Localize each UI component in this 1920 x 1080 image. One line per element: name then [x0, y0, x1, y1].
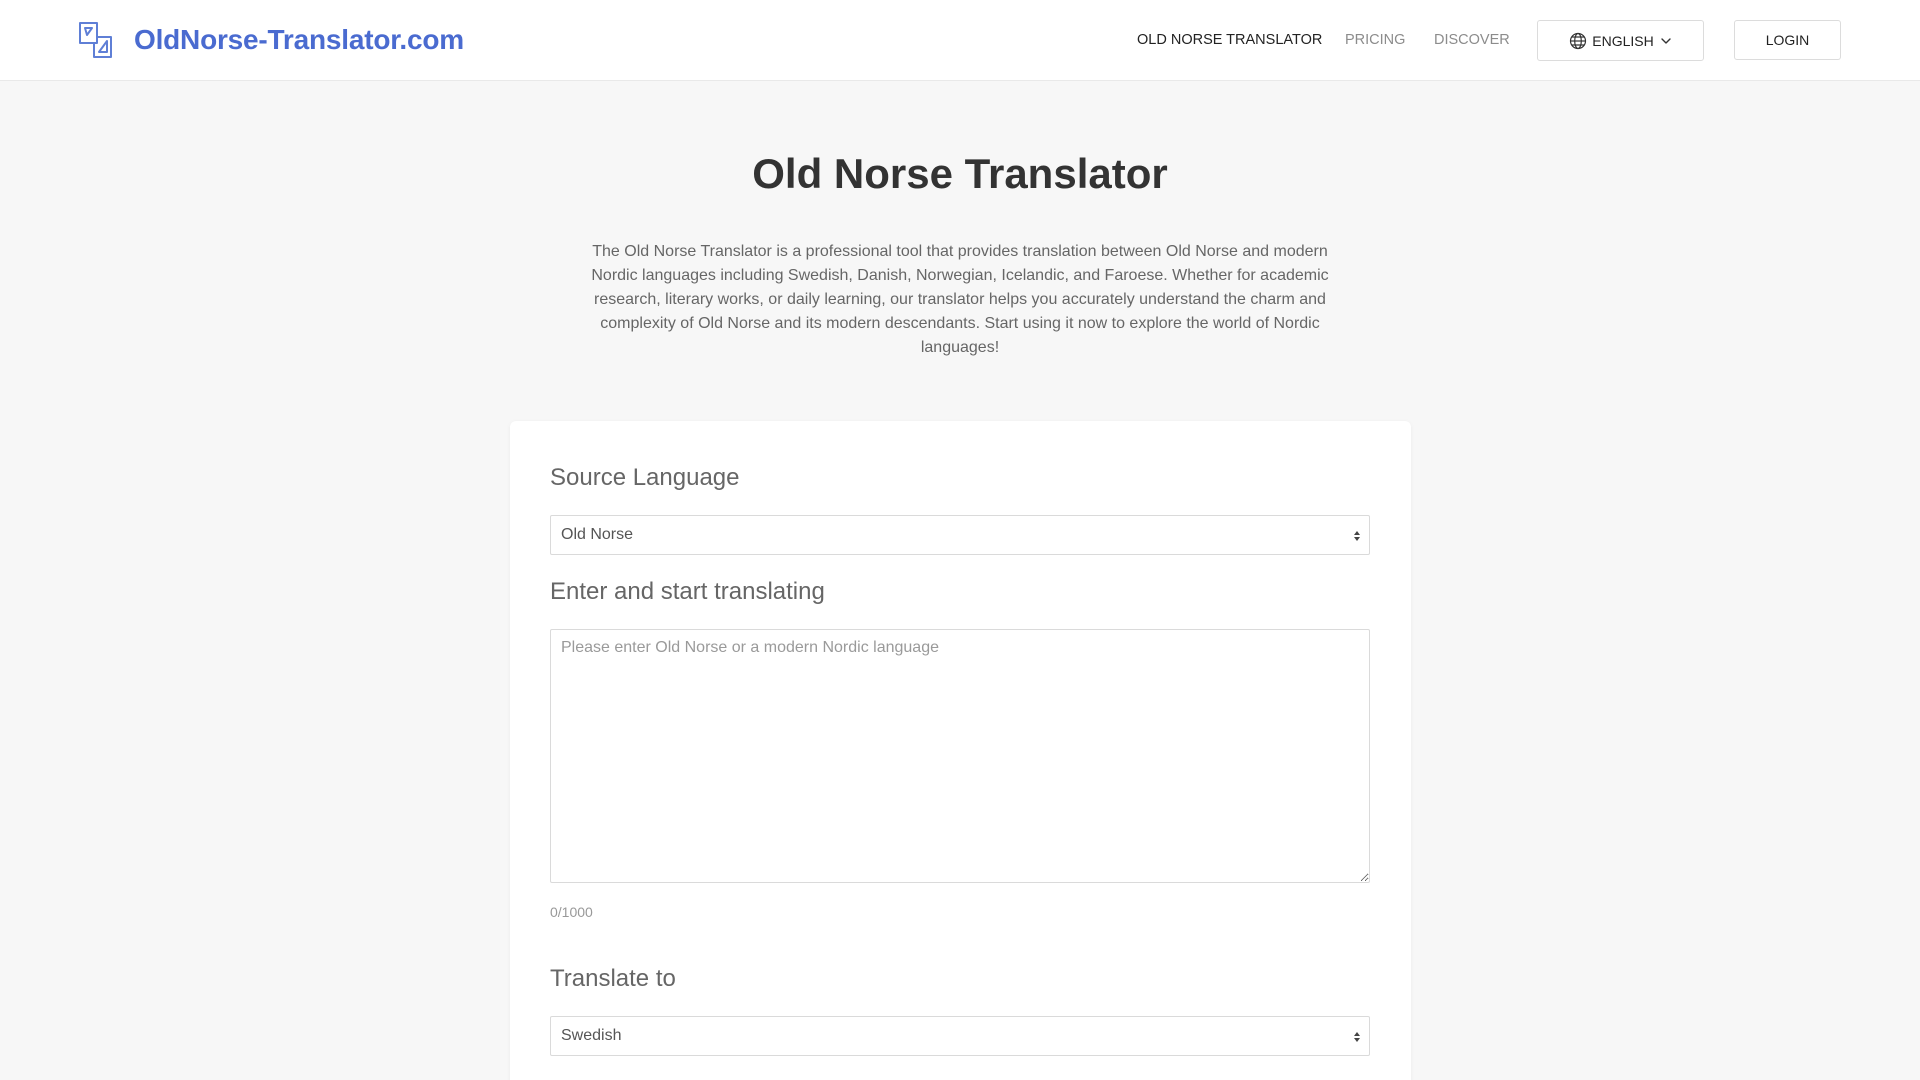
site-header: OldNorse-Translator.com OLD NORSE TRANSL… — [0, 0, 1920, 81]
login-button[interactable]: LOGIN — [1734, 20, 1841, 60]
target-language-value: Swedish — [561, 1027, 622, 1044]
nav-old-norse-translator[interactable]: OLD NORSE TRANSLATOR — [1137, 32, 1322, 48]
source-language-select[interactable]: Old Norse — [550, 515, 1370, 555]
input-label: Enter and start translating — [550, 578, 825, 605]
intro-text: The Old Norse Translator is a profession… — [591, 243, 1329, 356]
nav-discover[interactable]: DISCOVER — [1434, 32, 1510, 48]
chevron-down-icon — [1661, 37, 1671, 44]
nav-pricing[interactable]: PRICING — [1345, 32, 1405, 48]
source-text-input[interactable] — [550, 629, 1370, 883]
language-selector[interactable]: ENGLISH — [1537, 20, 1704, 61]
language-label: ENGLISH — [1592, 32, 1654, 49]
target-language-select[interactable]: Swedish — [550, 1016, 1370, 1056]
source-language-label: Source Language — [550, 464, 740, 491]
globe-icon — [1570, 32, 1587, 49]
source-language-value: Old Norse — [561, 526, 634, 543]
character-counter: 0/1000 — [550, 904, 593, 920]
select-arrows-icon — [1354, 1032, 1360, 1042]
target-language-label: Translate to — [550, 965, 676, 992]
select-arrows-icon — [1354, 531, 1360, 541]
page-title: Old Norse Translator — [752, 150, 1168, 197]
